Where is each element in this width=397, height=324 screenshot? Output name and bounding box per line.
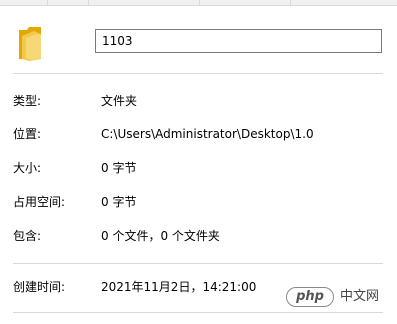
tab-security[interactable] bbox=[89, 0, 200, 5]
location-value[interactable]: C:\Users\Administrator\Desktop\1.0 bbox=[101, 125, 314, 143]
tab-sharing[interactable] bbox=[48, 0, 89, 5]
size-label: 大小: bbox=[13, 161, 42, 175]
location-label: 位置: bbox=[13, 127, 42, 141]
tab-general[interactable] bbox=[0, 0, 48, 5]
divider bbox=[13, 73, 383, 74]
php-logo: php bbox=[286, 287, 334, 307]
divider bbox=[13, 263, 383, 264]
contains-label: 包含: bbox=[13, 229, 42, 243]
property-location: 位置: C:\Users\Administrator\Desktop\1.0 bbox=[13, 125, 388, 143]
property-size-on-disk: 占用空间: 0 字节 bbox=[13, 193, 388, 211]
size-value: 0 字节 bbox=[101, 161, 137, 175]
property-size: 大小: 0 字节 bbox=[13, 159, 388, 177]
type-label: 类型: bbox=[13, 94, 42, 108]
size-on-disk-value: 0 字节 bbox=[101, 195, 137, 209]
tab-strip bbox=[0, 0, 397, 6]
folder-icon bbox=[17, 26, 43, 62]
divider bbox=[13, 312, 383, 313]
created-value: 2021年11月2日，14:21:00 bbox=[101, 280, 257, 294]
folder-name-input[interactable]: 1103 bbox=[95, 29, 382, 53]
property-type: 类型: 文件夹 bbox=[13, 92, 388, 110]
size-on-disk-label: 占用空间: bbox=[13, 195, 66, 209]
tab-previous-versions[interactable] bbox=[200, 0, 291, 5]
watermark: php 中文网 bbox=[282, 284, 394, 310]
created-label: 创建时间: bbox=[13, 280, 66, 294]
contains-value: 0 个文件，0 个文件夹 bbox=[101, 229, 220, 243]
type-value: 文件夹 bbox=[101, 94, 138, 108]
watermark-text: 中文网 bbox=[340, 289, 380, 304]
property-contains: 包含: 0 个文件，0 个文件夹 bbox=[13, 227, 388, 245]
